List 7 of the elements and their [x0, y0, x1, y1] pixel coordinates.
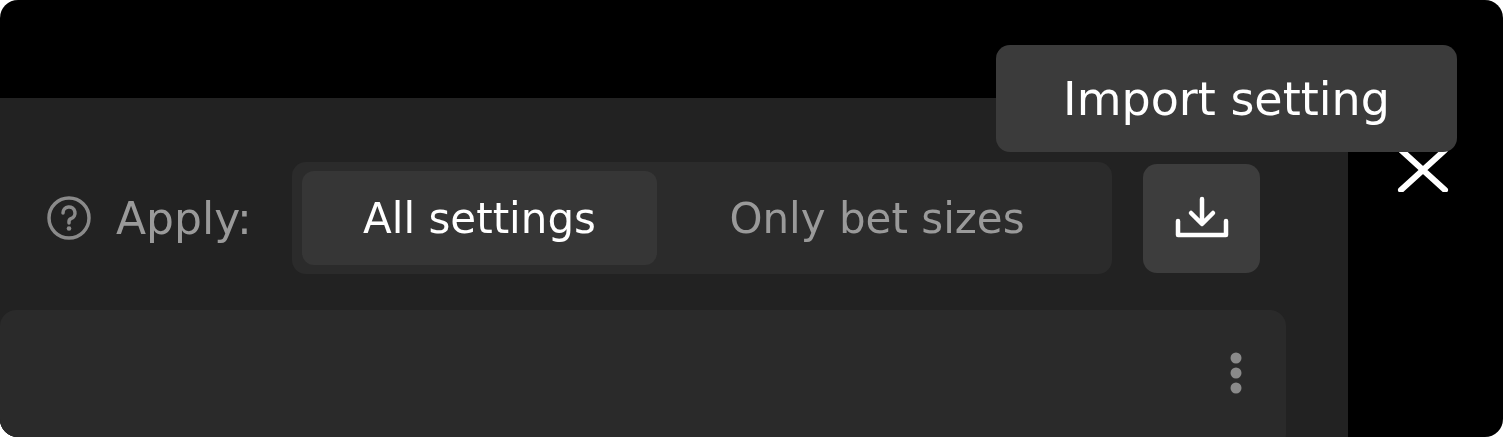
import-button[interactable] — [1143, 163, 1260, 273]
more-options-icon[interactable] — [1229, 352, 1243, 394]
apply-label: Apply: — [116, 192, 253, 244]
segment-option[interactable]: Only bet sizes — [657, 171, 1097, 265]
tooltip: Import setting — [996, 45, 1457, 152]
segment-option[interactable]: All settings — [302, 171, 657, 265]
help-icon[interactable] — [46, 195, 92, 241]
